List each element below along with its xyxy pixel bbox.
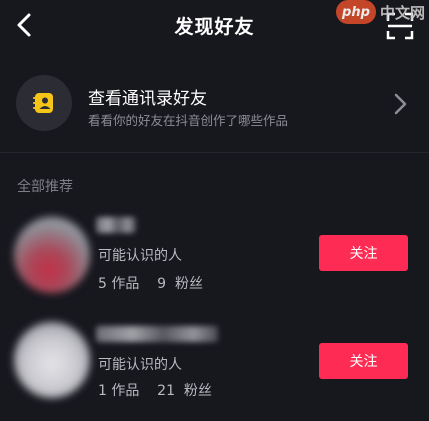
watermark-text: 中文网	[379, 3, 425, 22]
discover-friends-screen: 发现好友 php 中文网 查看通讯录好友 看看你的好友在抖音创作了哪些作品 全部…	[0, 0, 429, 421]
user-relation-text: 可能认识的人	[98, 248, 182, 264]
follow-button[interactable]: 关注	[319, 343, 408, 379]
recommended-user-row[interactable]: 可能认识的人 1 作品 21 粉丝 关注	[0, 312, 429, 412]
contacts-title: 查看通讯录好友	[88, 89, 207, 109]
user-stats: 1 作品 21 粉丝	[98, 383, 212, 399]
avatar[interactable]	[14, 322, 90, 398]
watermark-logo: php	[335, 0, 376, 24]
top-bar: 发现好友 php 中文网	[0, 0, 429, 52]
follow-button[interactable]: 关注	[319, 235, 408, 271]
user-relation-text: 可能认识的人	[98, 357, 182, 373]
user-stats: 5 作品 9 粉丝	[98, 276, 203, 292]
avatar[interactable]	[14, 217, 90, 293]
contact-book-icon	[33, 93, 53, 113]
contacts-icon-circle	[16, 75, 72, 131]
view-contacts-entry[interactable]: 查看通讯录好友 看看你的好友在抖音创作了哪些作品	[0, 60, 429, 153]
chevron-right-icon	[394, 93, 407, 115]
site-watermark: php 中文网	[335, 0, 425, 24]
section-label: 全部推荐	[17, 179, 73, 195]
user-name-redacted	[96, 217, 136, 233]
contacts-subtitle: 看看你的好友在抖音创作了哪些作品	[88, 113, 289, 128]
user-name-redacted	[96, 326, 218, 342]
recommended-user-row[interactable]: 可能认识的人 5 作品 9 粉丝 关注	[0, 205, 429, 305]
